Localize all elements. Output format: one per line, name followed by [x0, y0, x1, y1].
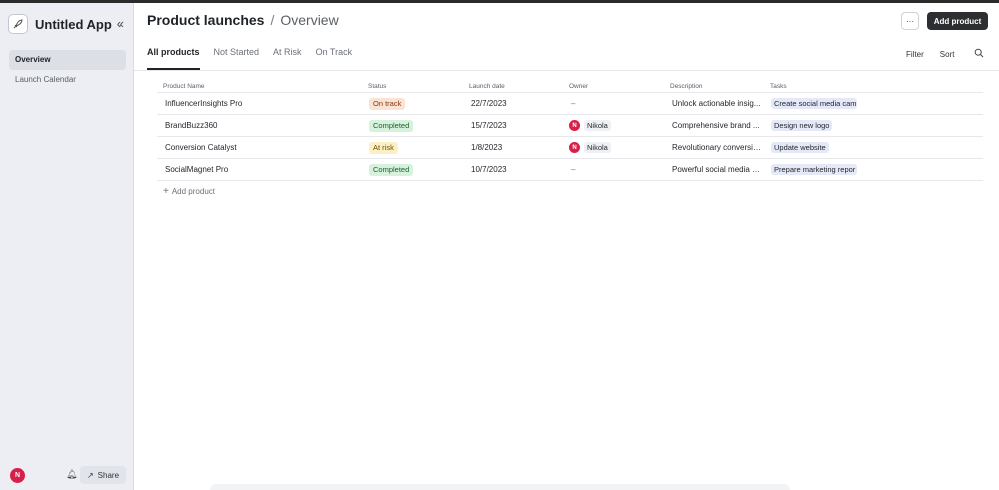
- products-table: Product Name Status Launch date Owner De…: [157, 81, 983, 201]
- table-header: Product Name Status Launch date Owner De…: [157, 81, 983, 93]
- table-row[interactable]: InfluencerInsights Pro On track 22/7/202…: [157, 93, 983, 115]
- product-name: BrandBuzz360: [165, 121, 218, 130]
- page-subtitle: Overview: [280, 12, 339, 28]
- status-badge: On track: [369, 97, 406, 110]
- owner-name: Nikola: [584, 142, 611, 153]
- sort-button[interactable]: Sort: [940, 50, 955, 59]
- owner-name: Nikola: [584, 120, 611, 131]
- share-button[interactable]: ↗ Share: [80, 466, 126, 484]
- status-badge: At risk: [369, 141, 398, 154]
- table-row[interactable]: Conversion Catalyst At risk 1/8/2023 N N…: [157, 137, 983, 159]
- add-product-row[interactable]: + Add product: [157, 181, 983, 201]
- tasks-cell[interactable]: Prepare marketing repor: [771, 159, 983, 180]
- app-switcher[interactable]: Untitled App ⌄ «: [8, 12, 128, 36]
- page-title: Product launches: [147, 12, 265, 28]
- tab-at-risk[interactable]: At Risk: [273, 43, 302, 70]
- status-cell[interactable]: On track: [369, 93, 464, 114]
- tasks-cell[interactable]: Update website: [771, 137, 983, 158]
- breadcrumb-separator: /: [270, 12, 275, 28]
- tab-not-started[interactable]: Not Started: [214, 43, 260, 70]
- sidebar-footer: N 🔔︎ ↗ Share: [10, 466, 126, 484]
- description: Comprehensive brand ...: [672, 121, 760, 130]
- app-name: Untitled App: [35, 16, 112, 32]
- more-options-button[interactable]: ···: [901, 12, 919, 30]
- breadcrumb: Product launches / Overview: [147, 12, 339, 32]
- tasks-cell[interactable]: Design new logo: [771, 115, 983, 136]
- description-cell: Powerful social media m...: [672, 159, 764, 180]
- column-header-status[interactable]: Status: [368, 83, 386, 90]
- owner-empty: –: [571, 165, 576, 174]
- column-header-description[interactable]: Description: [670, 83, 703, 90]
- product-name: InfluencerInsights Pro: [165, 99, 243, 108]
- bottom-panel-edge: [210, 484, 790, 490]
- launch-date: 1/8/2023: [471, 143, 503, 152]
- description: Unlock actionable insig...: [672, 99, 761, 108]
- owner-chip: N Nikola: [569, 120, 611, 131]
- avatar: N: [569, 120, 580, 131]
- search-icon[interactable]: [974, 48, 984, 61]
- collapse-sidebar-icon[interactable]: «: [117, 16, 124, 31]
- plus-icon: +: [163, 185, 169, 197]
- launch-date: 10/7/2023: [471, 165, 507, 174]
- add-product-label: Add product: [171, 186, 215, 196]
- sidebar-nav: Overview Launch Calendar: [9, 50, 126, 90]
- owner-chip: N Nikola: [569, 142, 611, 153]
- column-header-launch-date[interactable]: Launch date: [469, 83, 505, 90]
- avatar[interactable]: N: [10, 467, 25, 483]
- description: Powerful social media m...: [672, 165, 762, 174]
- description-cell: Comprehensive brand ...: [672, 115, 764, 136]
- status-cell[interactable]: Completed: [369, 115, 464, 136]
- view-tabs: All products Not Started At Risk On Trac…: [147, 43, 366, 70]
- owner-cell[interactable]: –: [569, 93, 664, 114]
- owner-cell[interactable]: –: [569, 159, 664, 180]
- status-cell[interactable]: At risk: [369, 137, 464, 158]
- task-chip[interactable]: Update website: [771, 142, 829, 153]
- launch-date: 22/7/2023: [471, 99, 507, 108]
- owner-empty: –: [571, 99, 576, 108]
- task-chip[interactable]: Design new logo: [771, 120, 833, 131]
- sidebar-item-launch-calendar[interactable]: Launch Calendar: [9, 70, 126, 90]
- rocket-icon: [8, 14, 28, 34]
- product-name: Conversion Catalyst: [165, 143, 237, 152]
- task-chip[interactable]: Create social media cam: [771, 98, 857, 109]
- search-icon-svg: [975, 48, 984, 58]
- share-icon: ↗: [86, 470, 94, 480]
- table-row[interactable]: BrandBuzz360 Completed 15/7/2023 N Nikol…: [157, 115, 983, 137]
- description-cell: Revolutionary conversio...: [672, 137, 764, 158]
- owner-cell[interactable]: N Nikola: [569, 115, 664, 136]
- description: Revolutionary conversio...: [672, 143, 762, 152]
- description-cell: Unlock actionable insig...: [672, 93, 764, 114]
- column-header-product-name[interactable]: Product Name: [163, 83, 205, 90]
- owner-cell[interactable]: N Nikola: [569, 137, 664, 158]
- column-header-tasks[interactable]: Tasks: [770, 83, 787, 90]
- status-badge: Completed: [369, 119, 414, 132]
- tasks-cell[interactable]: Create social media cam: [771, 93, 983, 114]
- rocket-icon-svg: [13, 19, 23, 29]
- bell-icon[interactable]: 🔔︎: [66, 469, 77, 480]
- product-name: SocialMagnet Pro: [165, 165, 229, 174]
- launch-date: 15/7/2023: [471, 121, 507, 130]
- table-row[interactable]: SocialMagnet Pro Completed 10/7/2023 – P…: [157, 159, 983, 181]
- main-content: Product launches / Overview ··· Add prod…: [134, 3, 999, 490]
- sidebar: Untitled App ⌄ « Overview Launch Calenda…: [0, 3, 134, 490]
- tabs-divider: [134, 70, 999, 71]
- task-chip[interactable]: Prepare marketing repor: [771, 164, 857, 175]
- table-tools: Filter Sort: [906, 48, 984, 61]
- status-badge: Completed: [369, 163, 414, 176]
- status-cell[interactable]: Completed: [369, 159, 464, 180]
- column-header-owner[interactable]: Owner: [569, 83, 588, 90]
- tab-all-products[interactable]: All products: [147, 43, 200, 70]
- sidebar-item-overview[interactable]: Overview: [9, 50, 126, 70]
- filter-button[interactable]: Filter: [906, 50, 924, 59]
- share-label: Share: [97, 470, 120, 480]
- tab-on-track[interactable]: On Track: [316, 43, 353, 70]
- add-product-button[interactable]: Add product: [927, 12, 988, 30]
- avatar: N: [569, 142, 580, 153]
